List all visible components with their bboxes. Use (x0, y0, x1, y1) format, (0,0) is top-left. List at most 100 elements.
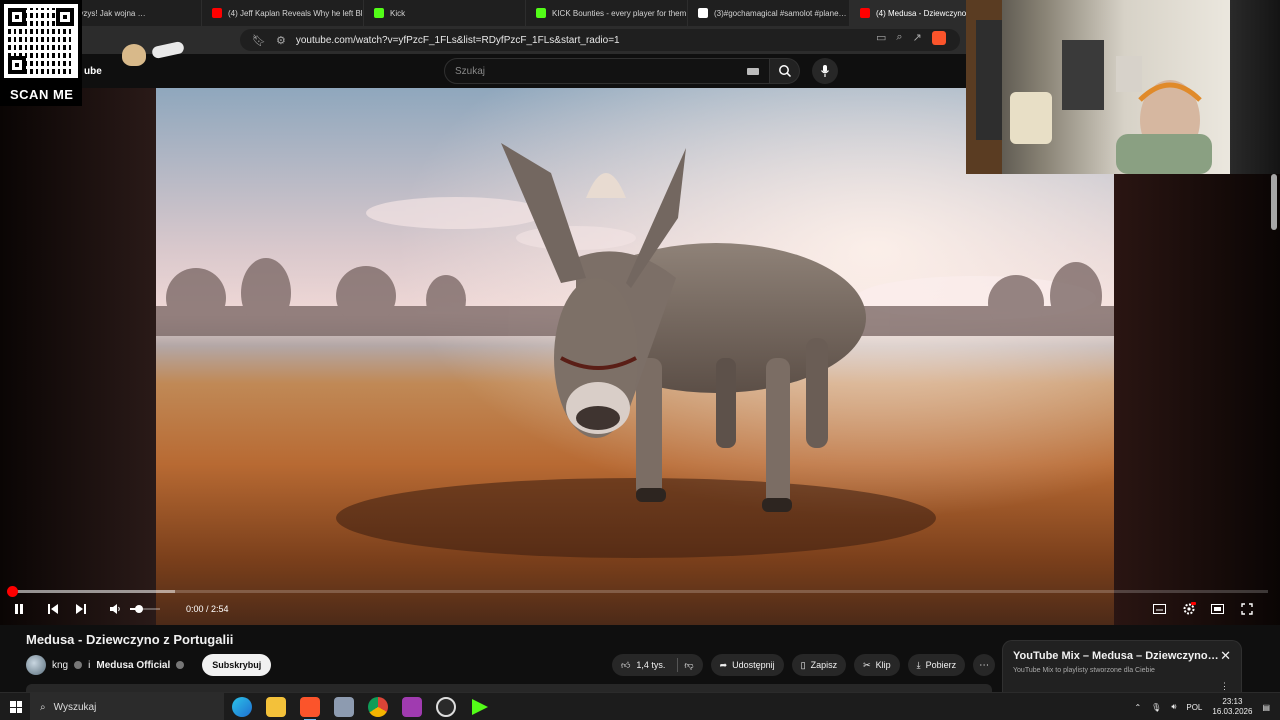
previous-button[interactable] (44, 596, 62, 622)
share-icon: ➦ (719, 659, 728, 670)
url-text: youtube.com/watch?v=yfPzcF_1FLs&list=RDy… (295, 34, 620, 46)
taskbar-search[interactable]: ⌕ Wyszukaj (30, 693, 224, 720)
fullscreen-icon (1241, 603, 1253, 615)
zoom-icon[interactable]: ⌕ (896, 31, 902, 45)
windows-taskbar: ⌕ Wyszukaj ⌃ 🎙︎ 🔊︎ POL 23:13 16.03.2026 … (0, 692, 1280, 720)
app-icon-6[interactable] (402, 697, 422, 717)
page-scrollbar[interactable] (1271, 174, 1277, 230)
bookmark-icon[interactable]: 🔖︎ (252, 34, 266, 47)
system-tray: ⌃ 🎙︎ 🔊︎ POL 23:13 16.03.2026 ▤ (1134, 693, 1270, 720)
channel-connector: i (88, 659, 91, 671)
microphone-tray-icon[interactable]: 🎙︎ (1151, 703, 1161, 712)
player-controls: 0:00 / 2:54 (0, 596, 1280, 622)
file-explorer-icon[interactable] (266, 697, 286, 717)
tab-label: KICK Bounties - every player for them… (552, 8, 688, 18)
like-count: 1,4 tys. (636, 660, 666, 670)
clip-button[interactable]: ✂ Klip (854, 654, 900, 676)
clip-label: Klip (875, 660, 891, 670)
tab-label: (3)#gochamagical #samolot #plane… (714, 8, 847, 18)
search-icon: ⌕ (40, 701, 46, 713)
cat-sticker-icon (122, 44, 146, 66)
progress-bar[interactable] (7, 586, 1268, 597)
mute-button[interactable] (106, 596, 124, 622)
channel-name-kng[interactable]: kng (52, 660, 68, 671)
brave-icon[interactable] (300, 697, 320, 720)
speaker-icon[interactable]: 🔊︎ (1171, 702, 1176, 712)
video-actions: 👍︎ 1,4 tys. 👎︎ ➦ Udostępnij ▯ Zapisz ✂ K… (612, 654, 996, 676)
theater-mode-button[interactable] (1208, 596, 1226, 622)
brave-shield-icon[interactable] (931, 31, 946, 45)
tiktok-favicon-icon (698, 8, 708, 18)
mix-playlist-panel: YouTube Mix – Medusa – Dziewczyno… YouTu… (1002, 640, 1242, 692)
browser-tab-4[interactable]: KICK Bounties - every player for them… (526, 0, 688, 26)
channel-avatar[interactable] (26, 655, 46, 675)
next-button[interactable] (72, 596, 90, 622)
qr-finder-tr (56, 8, 74, 26)
volume-slider[interactable] (130, 605, 160, 613)
voice-search-button[interactable] (812, 58, 838, 84)
qr-overlay: SCAN ME (0, 0, 82, 106)
qr-code (4, 4, 78, 78)
like-button[interactable]: 👍︎ 1,4 tys. 👎︎ (612, 654, 703, 676)
search-placeholder: Szukaj (455, 65, 486, 77)
download-button[interactable]: ⤓ Pobierz (907, 654, 966, 676)
app-icon-4[interactable] (334, 697, 354, 717)
mix-title[interactable]: YouTube Mix – Medusa – Dziewczyno… (1013, 650, 1219, 662)
more-actions-button[interactable]: ⋯ (973, 654, 996, 676)
microphone-icon (821, 65, 829, 77)
windows-start-icon[interactable] (10, 701, 22, 713)
share-button[interactable]: ➦ Udostępnij (710, 654, 784, 676)
browser-tab-2[interactable]: (4) Jeff Kaplan Reveals Why he left Bl… (202, 0, 364, 26)
site-settings-icon[interactable]: ⚙︎ (276, 34, 286, 47)
channel-row: kng i Medusa Official Subskrybuj (26, 654, 272, 676)
cast-icon[interactable]: ▭ (876, 31, 886, 45)
pause-icon (15, 604, 23, 614)
search-input[interactable]: Szukaj (444, 58, 770, 84)
streamer-webcam-image (966, 0, 1212, 174)
save-button[interactable]: ▯ Zapisz (791, 654, 847, 676)
mix-more-icon[interactable]: ⋮ (1220, 681, 1229, 692)
browser-tab-5[interactable]: (3)#gochamagical #samolot #plane… (688, 0, 850, 26)
pause-button[interactable] (10, 596, 28, 622)
clock[interactable]: 23:13 16.03.2026 (1212, 697, 1252, 717)
obs-icon[interactable] (436, 697, 456, 717)
youtube-favicon-icon (212, 8, 222, 18)
verified-icon (74, 661, 83, 669)
description-box[interactable] (26, 684, 992, 692)
chrome-icon[interactable] (368, 697, 388, 717)
language-indicator[interactable]: POL (1186, 703, 1202, 712)
mix-subtitle: YouTube Mix to playlisty stworzone dla C… (1013, 667, 1155, 674)
thumbs-down-icon[interactable]: 👎︎ (684, 660, 693, 671)
search-button[interactable] (770, 58, 800, 84)
time-display: 0:00 / 2:54 (186, 604, 229, 614)
channel-name-medusa[interactable]: Medusa Official (96, 660, 170, 671)
tab-label: Kick (390, 8, 406, 18)
download-label: Pobierz (925, 660, 957, 670)
more-icon: ⋯ (979, 659, 990, 671)
address-bar-actions: ▭ ⌕ ↗ (876, 31, 946, 45)
youtube-logo-fragment: ube (84, 66, 102, 77)
keyboard-icon[interactable] (747, 68, 759, 75)
close-icon[interactable]: ✕ (1220, 648, 1231, 664)
chevron-up-icon[interactable]: ⌃ (1134, 703, 1141, 712)
theater-icon (1210, 604, 1224, 614)
previous-icon (48, 604, 58, 614)
subtitles-button[interactable] (1150, 596, 1168, 622)
fullscreen-button[interactable] (1238, 596, 1256, 622)
share-icon[interactable]: ↗ (913, 31, 922, 45)
taskbar-search-label: Wyszukaj (53, 701, 97, 713)
volume-handle[interactable] (135, 605, 143, 613)
tab-label: (4) Jeff Kaplan Reveals Why he left Bl… (228, 8, 364, 18)
kick-app-icon[interactable] (472, 699, 488, 715)
subscribe-button[interactable]: Subskrybuj (202, 654, 272, 676)
video-title: Medusa - Dziewczyno z Portugalii (26, 632, 234, 647)
bookmark-icon: ▯ (800, 659, 806, 670)
qr-finder-bl (8, 56, 26, 74)
browser-tab-3[interactable]: Kick (364, 0, 526, 26)
settings-button[interactable] (1180, 596, 1198, 622)
buffered-bar (12, 590, 176, 593)
edge-icon[interactable] (232, 697, 252, 717)
volume-icon (110, 604, 120, 614)
notifications-icon[interactable]: ▤ (1262, 703, 1270, 712)
url-field[interactable]: 🔖︎ ⚙︎ youtube.com/watch?v=yfPzcF_1FLs&li… (240, 29, 960, 51)
